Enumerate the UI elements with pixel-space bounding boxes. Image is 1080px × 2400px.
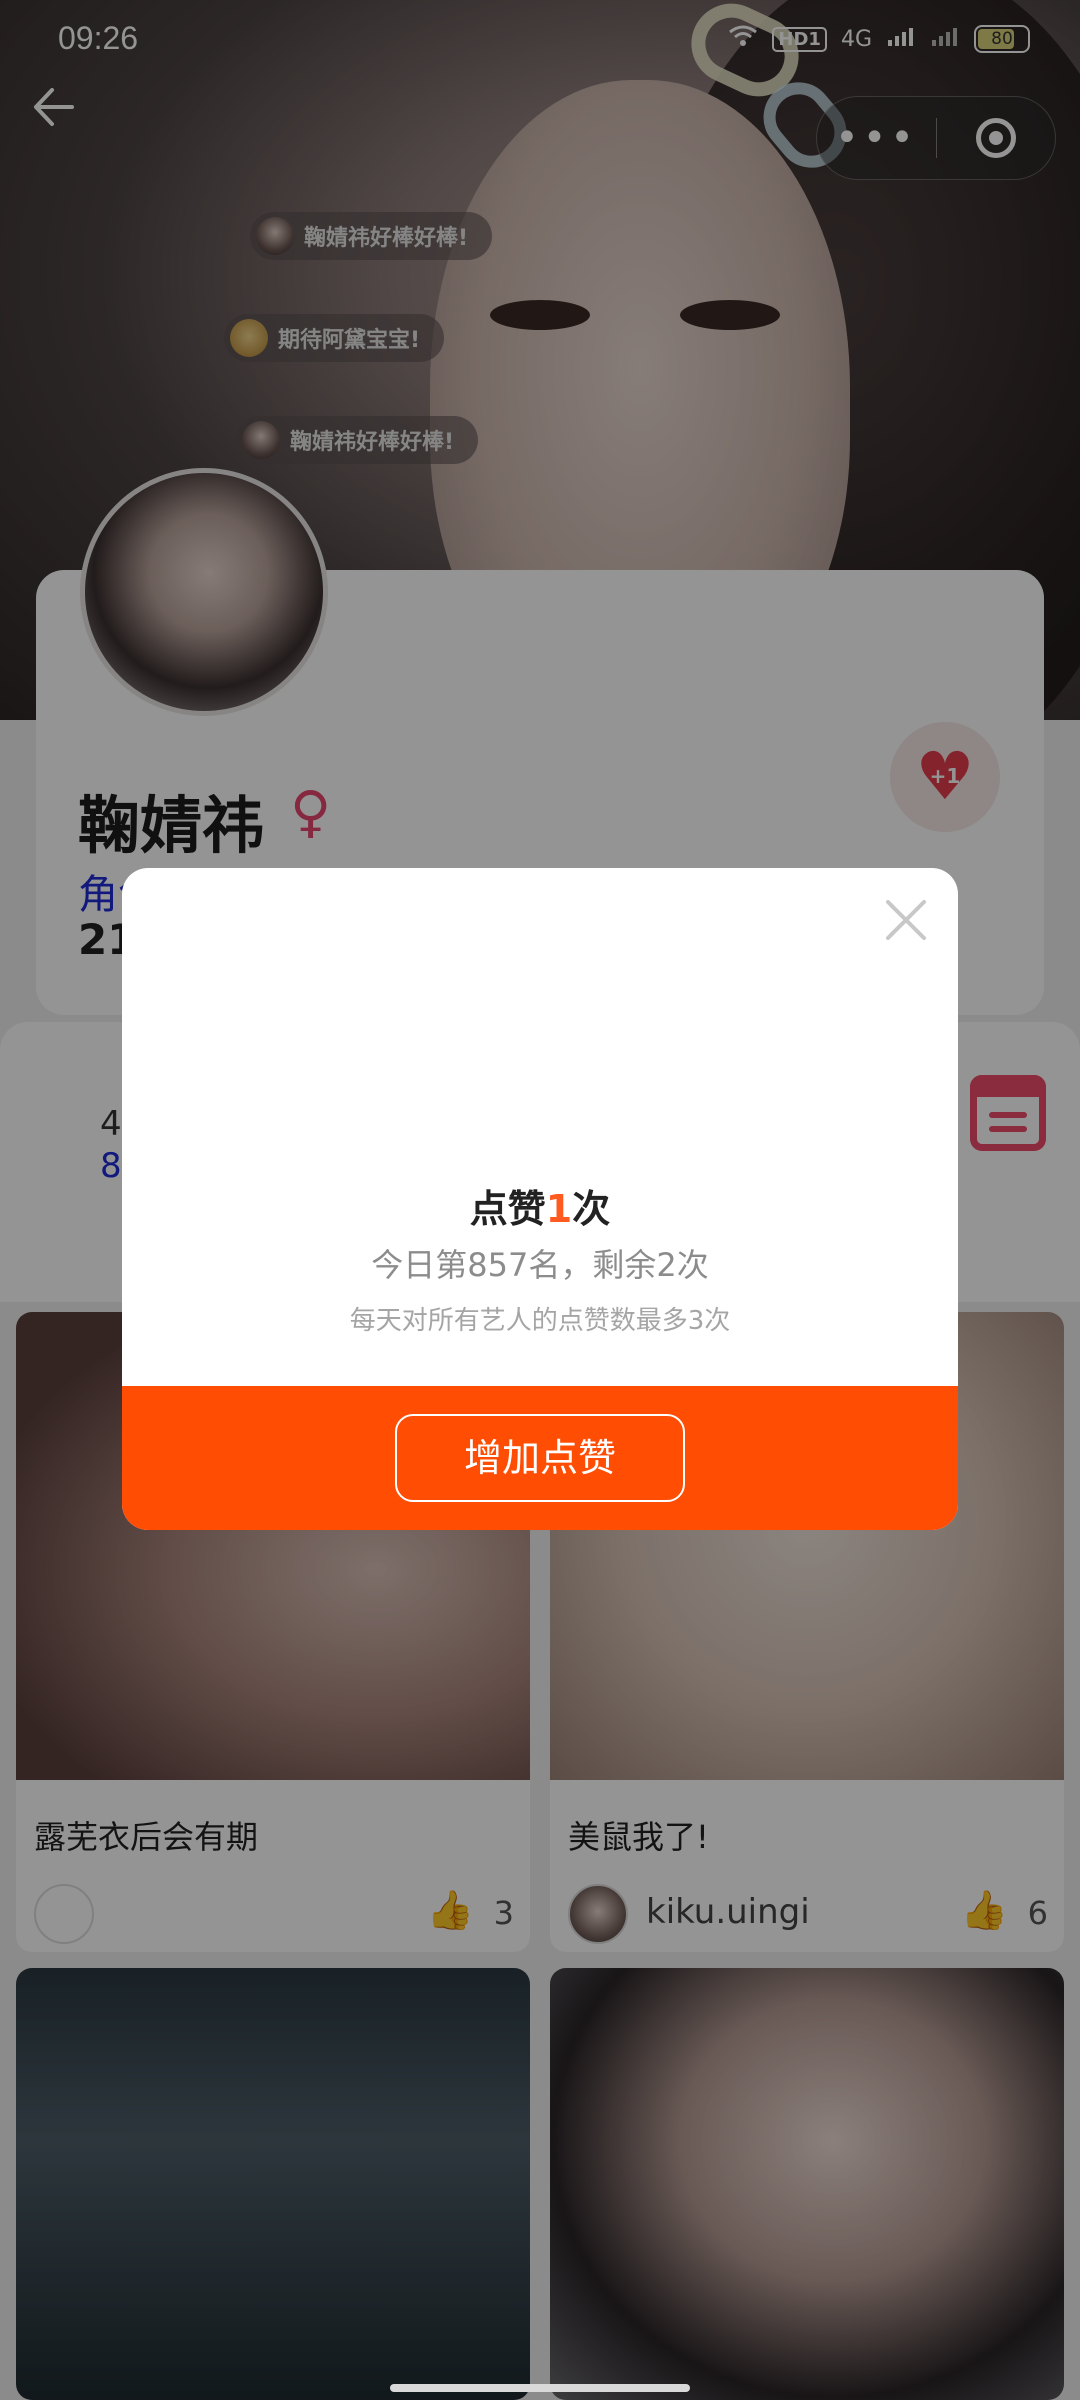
headline-count: 1 (545, 1187, 573, 1231)
add-like-button[interactable]: 增加点赞 (395, 1414, 685, 1502)
like-result-dialog: 点赞1次 今日第857名，剩余2次 每天对所有艺人的点赞数最多3次 增加点赞 (122, 868, 958, 1530)
headline-suffix: 次 (572, 1187, 611, 1231)
dialog-footer: 增加点赞 (122, 1386, 958, 1530)
daily-limit-note: 每天对所有艺人的点赞数最多3次 (349, 1306, 731, 1336)
headline-prefix: 点赞 (469, 1187, 546, 1231)
daily-rank-text: 今日第857名，剩余2次 (371, 1246, 709, 1284)
home-indicator[interactable] (390, 2384, 690, 2392)
close-icon[interactable] (882, 896, 930, 944)
dialog-headline: 点赞1次 (122, 1178, 958, 1233)
